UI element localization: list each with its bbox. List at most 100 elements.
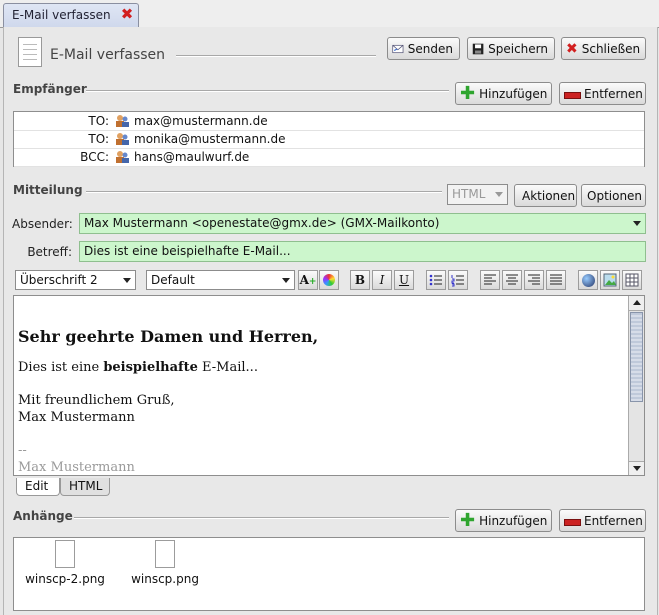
bullet-list-button[interactable] xyxy=(426,270,446,290)
image-icon xyxy=(603,273,617,287)
list-item[interactable]: TO: max@mustermann.de xyxy=(14,112,644,131)
save-button[interactable]: Speichern xyxy=(467,37,555,60)
align-center-button[interactable] xyxy=(502,270,522,290)
editor-line-1-bold: beispielhafte xyxy=(103,360,198,375)
insert-link-button[interactable] xyxy=(578,270,598,290)
sender-value: Max Mustermann <openestate@gmx.de> (GMX-… xyxy=(84,216,440,230)
add-recipient-button[interactable]: ✚ Hinzufügen xyxy=(455,82,552,105)
attachments-section-label: Anhänge xyxy=(13,509,73,523)
message-section-label: Mitteilung xyxy=(13,183,83,197)
format-select[interactable]: HTML xyxy=(447,184,508,205)
sender-label: Absender: xyxy=(12,217,73,231)
font-size-button[interactable]: A+ xyxy=(298,270,318,290)
globe-icon xyxy=(581,274,595,287)
align-right-icon xyxy=(528,274,540,285)
heading-style-select[interactable]: Überschrift 2 xyxy=(15,270,136,290)
chevron-down-icon xyxy=(282,278,290,283)
tab-edit[interactable]: Edit xyxy=(16,478,60,496)
italic-button[interactable]: I xyxy=(372,270,392,290)
tab-html[interactable]: HTML xyxy=(60,478,110,496)
align-left-button[interactable] xyxy=(480,270,500,290)
remove-icon xyxy=(564,514,581,528)
numbered-list-icon xyxy=(451,275,464,287)
font-value: Default xyxy=(151,273,195,287)
subject-label: Betreff: xyxy=(27,245,72,259)
tab-edit-label: Edit xyxy=(25,479,49,493)
page-title: E-Mail verfassen xyxy=(50,47,166,63)
list-item[interactable]: TO: monika@mustermann.de xyxy=(14,130,644,149)
title-divider xyxy=(176,55,376,57)
editor-line-1: Dies ist eine beispielhafte E-Mail... xyxy=(18,360,258,375)
remove-icon xyxy=(564,87,581,101)
editor-line-1-pre: Dies ist eine xyxy=(18,360,104,375)
chevron-down-icon xyxy=(495,192,503,197)
subject-field[interactable]: Dies ist eine beispielhafte E-Mail... xyxy=(79,241,646,262)
recipients-divider xyxy=(86,90,449,92)
sender-select[interactable]: Max Mustermann <openestate@gmx.de> (GMX-… xyxy=(79,213,646,234)
font-select[interactable]: Default xyxy=(146,270,295,290)
recipient-address: hans@maulwurf.de xyxy=(134,150,250,164)
signature-name: Max Mustermann xyxy=(18,460,135,475)
save-disk-icon xyxy=(472,43,484,54)
send-mail-icon xyxy=(392,44,404,53)
align-left-icon xyxy=(484,274,496,285)
tab-label: E-Mail verfassen xyxy=(12,8,111,22)
scroll-thumb[interactable] xyxy=(630,312,643,402)
editor-name: Max Mustermann xyxy=(18,410,135,425)
align-right-button[interactable] xyxy=(524,270,544,290)
editor-heading: Sehr geehrte Damen und Herren, xyxy=(18,327,319,346)
options-label: Optionen xyxy=(587,188,643,203)
list-item[interactable]: BCC: hans@maulwurf.de xyxy=(14,148,644,167)
scroll-down-arrow[interactable] xyxy=(629,461,644,475)
format-value: HTML xyxy=(452,187,486,201)
add-attachment-label: Hinzufügen xyxy=(479,513,548,528)
actions-label: Aktionen xyxy=(522,188,576,203)
send-button[interactable]: Senden xyxy=(387,37,460,60)
add-recipient-label: Hinzufügen xyxy=(479,86,548,101)
table-icon xyxy=(625,273,639,287)
align-justify-button[interactable] xyxy=(546,270,566,290)
attachment-name: winscp-2.png xyxy=(25,572,105,586)
attachments-list[interactable]: winscp-2.png winscp.png xyxy=(13,537,645,611)
remove-attachment-button[interactable]: Entfernen xyxy=(559,509,646,532)
close-label: Schließen xyxy=(581,41,641,56)
subject-value: Dies ist eine beispielhafte E-Mail... xyxy=(84,244,291,258)
actions-button[interactable]: Aktionen xyxy=(514,184,577,207)
send-label: Senden xyxy=(407,41,453,56)
message-divider xyxy=(86,191,442,193)
bold-button[interactable]: B xyxy=(350,270,370,290)
recipients-list[interactable]: TO: max@mustermann.de TO: monika@musterm… xyxy=(13,111,645,167)
insert-image-button[interactable] xyxy=(600,270,620,290)
attachment-name: winscp.png xyxy=(131,572,199,586)
insert-table-button[interactable] xyxy=(622,270,642,290)
recipient-address: max@mustermann.de xyxy=(134,114,268,128)
tab-email-compose[interactable]: E-Mail verfassen ✖ xyxy=(3,3,139,27)
align-justify-icon xyxy=(550,274,562,285)
editor-scrollbar[interactable] xyxy=(628,296,644,475)
signature-separator: -- xyxy=(18,443,27,458)
add-attachment-button[interactable]: ✚ Hinzufügen xyxy=(455,509,552,532)
document-icon xyxy=(18,37,42,67)
remove-recipient-button[interactable]: Entfernen xyxy=(559,82,646,105)
remove-attachment-label: Entfernen xyxy=(584,513,643,528)
heading-style-value: Überschrift 2 xyxy=(20,273,98,287)
save-label: Speichern xyxy=(488,41,548,56)
editor-greeting: Mit freundlichem Gruß, xyxy=(18,393,175,408)
underline-button[interactable]: U xyxy=(394,270,414,290)
remove-recipient-label: Entfernen xyxy=(584,86,643,101)
chevron-down-icon xyxy=(123,278,131,283)
attachment-item[interactable]: winscp.png xyxy=(120,540,210,586)
add-icon: ✚ xyxy=(460,82,476,104)
align-center-icon xyxy=(506,274,518,285)
recipients-section-label: Empfänger xyxy=(13,82,87,96)
message-editor[interactable]: Sehr geehrte Damen und Herren, Dies ist … xyxy=(13,295,645,476)
attachment-item[interactable]: winscp-2.png xyxy=(20,540,110,586)
scroll-up-arrow[interactable] xyxy=(629,296,644,311)
options-button[interactable]: Optionen xyxy=(581,184,646,207)
recipient-type: TO: xyxy=(88,132,109,146)
close-tab-icon[interactable]: ✖ xyxy=(120,7,134,22)
close-button[interactable]: ✖ Schließen xyxy=(561,37,646,60)
attachments-divider xyxy=(74,517,449,519)
text-color-button[interactable] xyxy=(319,270,339,290)
numbered-list-button[interactable] xyxy=(448,270,468,290)
